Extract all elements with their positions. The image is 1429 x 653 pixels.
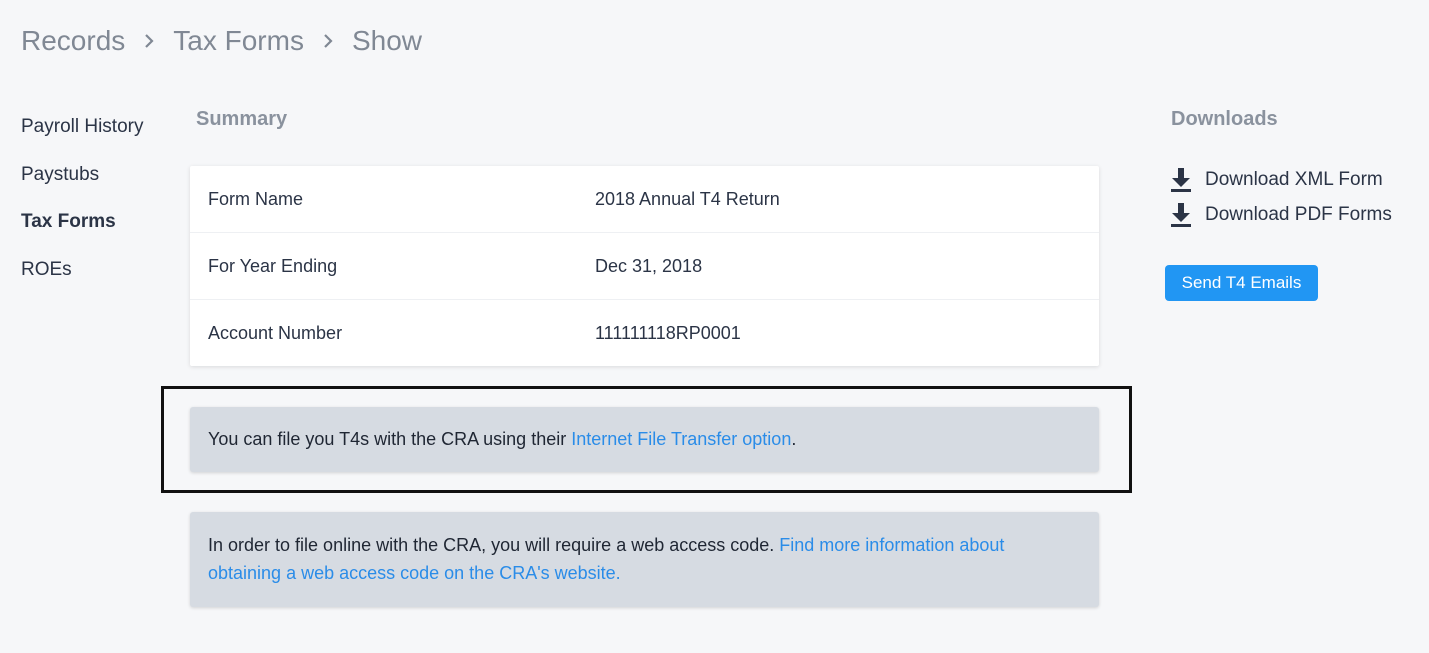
summary-title: Summary (196, 108, 288, 130)
web-access-code-notice: In order to file online with the CRA, yo… (190, 512, 1099, 607)
summary-row-year-ending: For Year Ending Dec 31, 2018 (190, 233, 1099, 300)
summary-label: Account Number (208, 322, 343, 343)
wac-notice-text: In order to file online with the CRA, yo… (208, 531, 1081, 587)
breadcrumb-records[interactable]: Records (21, 25, 125, 57)
downloads-title: Downloads (1171, 108, 1278, 130)
chevron-right-icon (125, 24, 173, 58)
breadcrumb-show: Show (351, 25, 422, 56)
summary-row-account-number: Account Number 111111118RP0001 (190, 300, 1099, 366)
summary-card: Form Name 2018 Annual T4 Return For Year… (190, 166, 1099, 366)
ift-notice-text: You can file you T4s with the CRA using … (208, 429, 796, 450)
download-icon (1170, 167, 1192, 193)
sidebar-item-paystubs[interactable]: Paystubs (21, 162, 171, 210)
internet-file-transfer-link[interactable]: Internet File Transfer option (571, 429, 791, 449)
summary-value: Dec 31, 2018 (595, 255, 703, 276)
send-t4-emails-button[interactable]: Send T4 Emails (1165, 265, 1318, 301)
breadcrumb-tax-forms[interactable]: Tax Forms (173, 25, 304, 57)
ift-notice-message: You can file you T4s with the CRA using … (208, 429, 572, 449)
sidebar: Payroll History Paystubs Tax Forms ROEs (21, 114, 171, 304)
chevron-right-icon (304, 24, 352, 58)
summary-label: For Year Ending (208, 255, 338, 276)
ift-notice-suffix: . (791, 429, 797, 449)
summary-row-form-name: Form Name 2018 Annual T4 Return (190, 166, 1099, 233)
download-xml-label: Download XML Form (1205, 169, 1383, 190)
breadcrumb: Records Tax Forms Show (21, 24, 422, 58)
tax-form-page: Records Tax Forms Show Payroll History P… (0, 0, 1429, 653)
summary-label: Form Name (208, 188, 304, 209)
download-pdf-link[interactable]: Download PDF Forms (1170, 202, 1392, 228)
summary-value: 2018 Annual T4 Return (595, 188, 780, 209)
sidebar-item-roes[interactable]: ROEs (21, 257, 171, 305)
wac-notice-message: In order to file online with the CRA, yo… (208, 535, 780, 555)
download-icon (1170, 202, 1192, 228)
summary-value: 111111118RP0001 (595, 322, 741, 343)
sidebar-item-tax-forms[interactable]: Tax Forms (21, 209, 171, 257)
ift-notice: You can file you T4s with the CRA using … (190, 407, 1099, 472)
sidebar-item-payroll-history[interactable]: Payroll History (21, 114, 171, 162)
download-xml-link[interactable]: Download XML Form (1170, 167, 1383, 193)
download-pdf-label: Download PDF Forms (1205, 204, 1392, 225)
